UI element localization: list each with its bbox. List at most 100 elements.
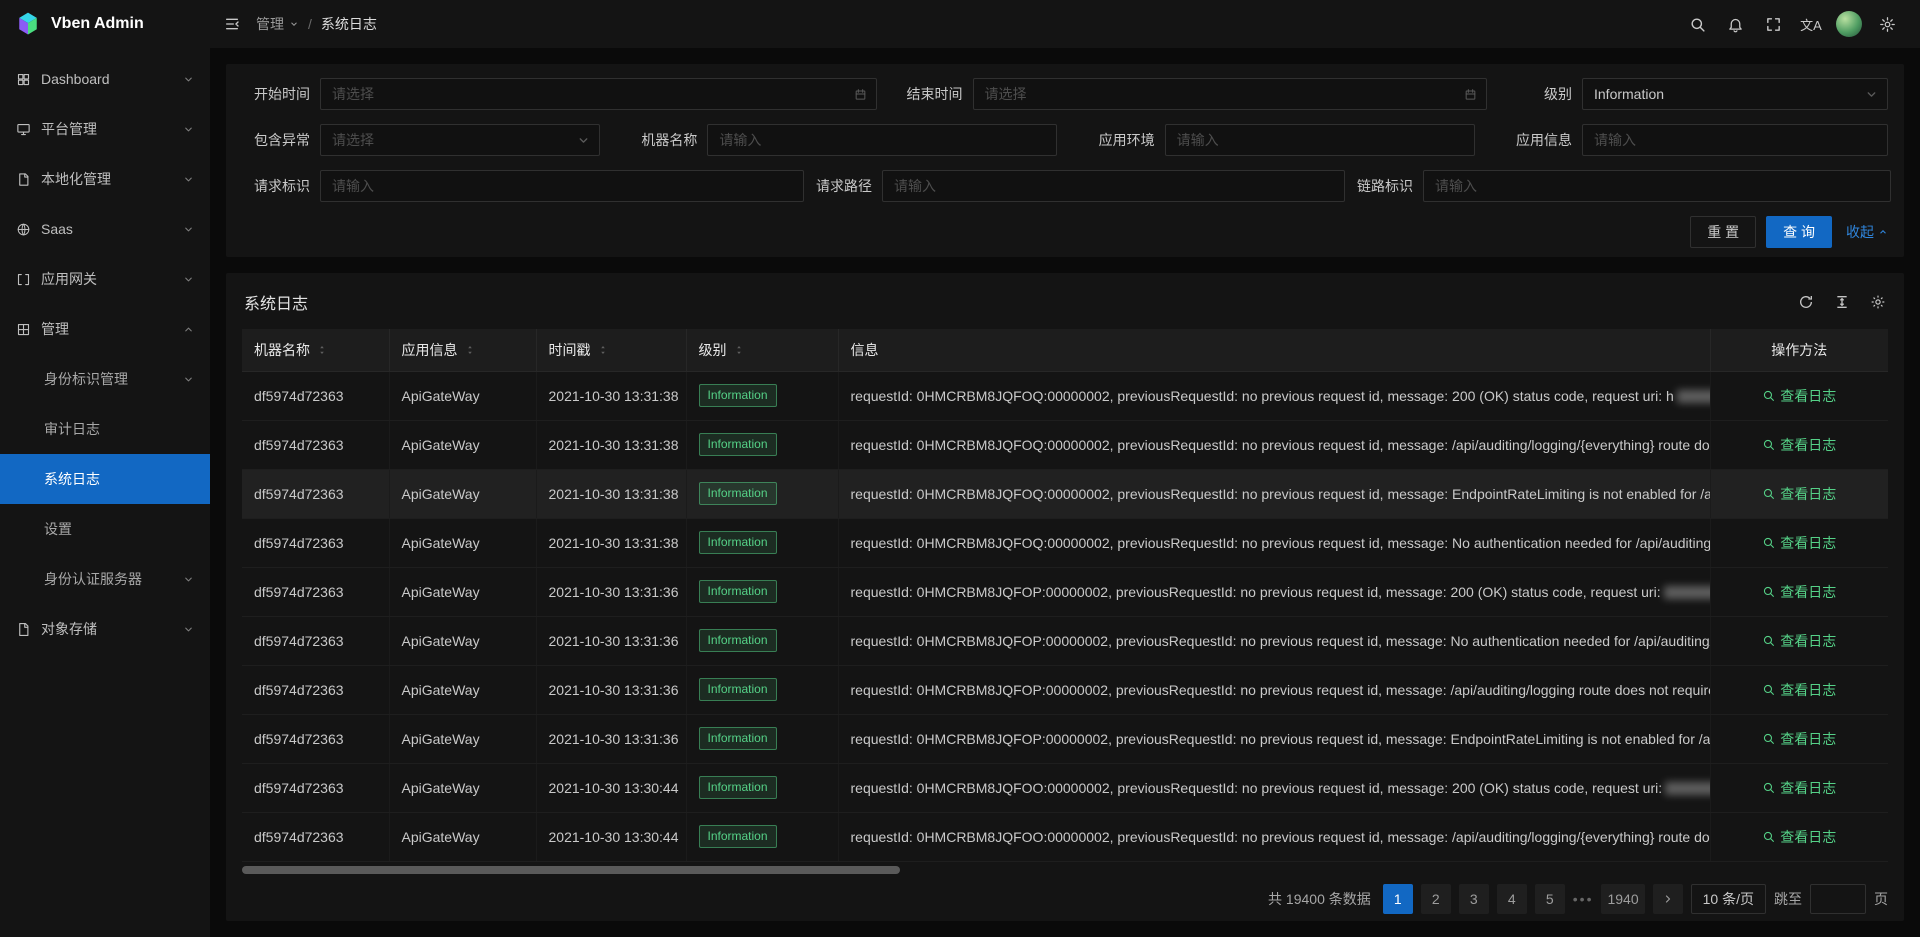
sidebar-item-dashboard[interactable]: Dashboard [0, 54, 210, 104]
sidebar-item-label: 审计日志 [44, 419, 100, 439]
next-page-button[interactable] [1653, 884, 1683, 914]
field-placeholder: 请选择 [332, 84, 374, 104]
field-label: 开始时间 [242, 84, 310, 104]
start-time-date-input[interactable]: 请选择 [320, 78, 877, 110]
request-path-input[interactable]: 请输入 [882, 170, 1345, 202]
page-button-3[interactable]: 3 [1459, 884, 1489, 914]
search-button[interactable] [1678, 0, 1716, 48]
chevron-down-icon [183, 374, 194, 385]
request-id-input[interactable]: 请输入 [320, 170, 804, 202]
level-badge: Information [699, 727, 777, 750]
machine-name-cell: df5974d72363 [242, 420, 389, 469]
view-log-link[interactable]: 查看日志 [1762, 582, 1836, 602]
collapse-link[interactable]: 收起 [1846, 222, 1888, 242]
page-button-1[interactable]: 1 [1383, 884, 1413, 914]
app-env-input[interactable]: 请输入 [1165, 124, 1475, 156]
action-cell: 查看日志 [1710, 371, 1888, 420]
end-time-date-input[interactable]: 请选择 [973, 78, 1487, 110]
view-log-label: 查看日志 [1780, 533, 1836, 553]
column-header-级别[interactable]: 级别 [686, 329, 838, 371]
sidebar-item-object-storage[interactable]: 对象存储 [0, 604, 210, 654]
sidebar-item-manage[interactable]: 管理 [0, 304, 210, 354]
field-placeholder: 请选择 [985, 84, 1027, 104]
sidebar-item-platform[interactable]: 平台管理 [0, 104, 210, 154]
view-log-link[interactable]: 查看日志 [1762, 631, 1836, 651]
message-text: requestId: 0HMCRBM8JQFOO:00000002, previ… [851, 780, 1663, 796]
filter-field-machine-name: 机器名称请输入 [629, 124, 1057, 156]
view-log-link[interactable]: 查看日志 [1762, 484, 1836, 504]
sidebar-item-audit-log[interactable]: 审计日志 [0, 404, 210, 454]
column-height-icon[interactable] [1834, 294, 1850, 310]
redacted-text [1664, 586, 1710, 599]
view-log-link[interactable]: 查看日志 [1762, 386, 1836, 406]
table-settings-gear-icon[interactable] [1870, 294, 1886, 310]
saas-icon [16, 222, 31, 237]
app-logo[interactable]: Vben Admin [0, 0, 210, 48]
view-log-link[interactable]: 查看日志 [1762, 435, 1836, 455]
sidebar-item-saas[interactable]: Saas [0, 204, 210, 254]
sidebar-item-identity-server[interactable]: 身份认证服务器 [0, 554, 210, 604]
filter-field-request-id: 请求标识请输入 [242, 170, 804, 202]
level-cell: Information [686, 763, 838, 812]
machine-name-input[interactable]: 请输入 [707, 124, 1057, 156]
message-text: requestId: 0HMCRBM8JQFOP:00000002, previ… [851, 731, 1711, 747]
search-icon [1762, 389, 1775, 402]
refresh-icon[interactable] [1798, 294, 1814, 310]
sidebar-item-system-log[interactable]: 系统日志 [0, 454, 210, 504]
page-button-4[interactable]: 4 [1497, 884, 1527, 914]
notification-button[interactable] [1716, 0, 1754, 48]
view-log-link[interactable]: 查看日志 [1762, 827, 1836, 847]
field-label: 包含异常 [242, 130, 310, 150]
sidebar-item-localization[interactable]: 本地化管理 [0, 154, 210, 204]
view-log-link[interactable]: 查看日志 [1762, 778, 1836, 798]
page-ellipsis[interactable]: ••• [1573, 891, 1594, 907]
action-cell: 查看日志 [1710, 469, 1888, 518]
trace-id-input[interactable]: 请输入 [1423, 170, 1891, 202]
chevron-down-icon [183, 124, 194, 135]
breadcrumb-item-manage[interactable]: 管理 [256, 14, 299, 34]
fullscreen-button[interactable] [1754, 0, 1792, 48]
machine-name-cell: df5974d72363 [242, 763, 389, 812]
sidebar-item-gateway[interactable]: 应用网关 [0, 254, 210, 304]
calendar-icon [854, 88, 867, 101]
level-badge: Information [699, 629, 777, 652]
translate-button[interactable]: 文A [1792, 0, 1830, 48]
page-button-1940[interactable]: 1940 [1601, 884, 1644, 914]
message-text: requestId: 0HMCRBM8JQFOQ:00000002, previ… [851, 388, 1674, 404]
manage-icon [16, 322, 31, 337]
app-info-cell: ApiGateWay [389, 812, 536, 861]
page-button-5[interactable]: 5 [1535, 884, 1565, 914]
sidebar-item-settings[interactable]: 设置 [0, 504, 210, 554]
column-header-机器名称[interactable]: 机器名称 [242, 329, 389, 371]
level-select[interactable]: Information [1582, 78, 1888, 110]
jump-page-input[interactable] [1810, 884, 1866, 914]
view-log-link[interactable]: 查看日志 [1762, 729, 1836, 749]
field-placeholder: 请输入 [332, 176, 374, 196]
page-size-select[interactable]: 10 条/页 [1691, 884, 1766, 914]
view-log-link[interactable]: 查看日志 [1762, 533, 1836, 553]
column-header-应用信息[interactable]: 应用信息 [389, 329, 536, 371]
view-log-label: 查看日志 [1780, 729, 1836, 749]
avatar[interactable] [1830, 0, 1868, 48]
filter-field-end-time: 结束时间请选择 [895, 78, 1487, 110]
menu-fold-icon[interactable] [224, 16, 240, 32]
settings-button[interactable] [1868, 0, 1906, 48]
sidebar-item-identity-management[interactable]: 身份标识管理 [0, 354, 210, 404]
search-icon [1762, 438, 1775, 451]
breadcrumb-root-label: 管理 [256, 14, 284, 34]
horizontal-scrollbar-thumb[interactable] [242, 866, 900, 874]
include-exception-select[interactable]: 请选择 [320, 124, 600, 156]
jump-unit-label: 页 [1874, 889, 1888, 909]
machine-name-cell: df5974d72363 [242, 812, 389, 861]
search-button[interactable]: 查 询 [1766, 216, 1832, 248]
field-label: 应用环境 [1087, 130, 1155, 150]
platform-icon [16, 122, 31, 137]
table-row: df5974d72363ApiGateWay2021-10-30 13:31:3… [242, 371, 1888, 420]
page-button-2[interactable]: 2 [1421, 884, 1451, 914]
reset-button[interactable]: 重 置 [1690, 216, 1756, 248]
view-log-link[interactable]: 查看日志 [1762, 680, 1836, 700]
app-info-input[interactable]: 请输入 [1582, 124, 1888, 156]
chevron-right-icon [1662, 893, 1674, 905]
field-placeholder: 请选择 [332, 130, 374, 150]
column-header-时间戳[interactable]: 时间戳 [536, 329, 686, 371]
